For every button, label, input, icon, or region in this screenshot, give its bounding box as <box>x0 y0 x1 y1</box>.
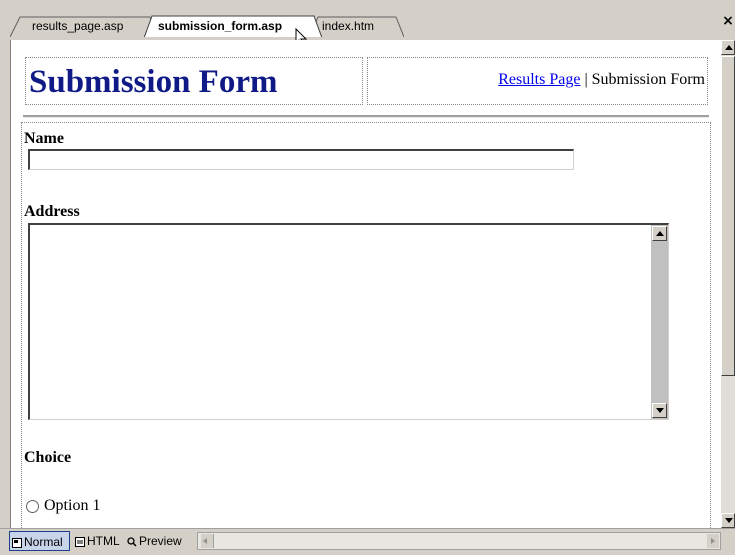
tab-label: submission_form.asp <box>158 19 283 33</box>
arrow-up-icon <box>656 231 664 236</box>
normal-view-button[interactable]: Normal <box>9 531 70 551</box>
arrow-left-icon <box>203 538 207 544</box>
scroll-up-button[interactable] <box>652 226 667 241</box>
scrollbar-thumb[interactable] <box>721 56 735 376</box>
form-region: Name Address Choice Option 1 <box>21 122 711 528</box>
nav-current: Submission Form <box>591 71 705 88</box>
preview-view-button[interactable]: Preview <box>127 531 182 551</box>
address-label: Address <box>24 203 80 220</box>
horizontal-scrollbar[interactable] <box>197 532 721 550</box>
magnifier-icon <box>127 537 137 547</box>
normal-view-label: Normal <box>24 535 63 549</box>
results-page-link[interactable]: Results Page <box>498 71 580 88</box>
normal-view-icon <box>12 537 22 548</box>
html-view-button[interactable]: HTML <box>75 531 120 551</box>
arrow-down-icon <box>656 408 664 413</box>
radio-button[interactable] <box>26 500 39 513</box>
choice-label: Choice <box>24 449 72 466</box>
address-scrollbar[interactable] <box>651 225 668 419</box>
preview-view-label: Preview <box>139 534 182 548</box>
arrow-down-icon <box>725 518 733 523</box>
name-label: Name <box>24 130 64 147</box>
arrow-right-icon <box>711 538 715 544</box>
horizontal-rule <box>23 115 709 118</box>
scroll-right-button[interactable] <box>707 534 719 548</box>
tab-index[interactable]: index.htm <box>310 15 404 37</box>
header-title-cell: Submission Form <box>25 57 363 105</box>
name-input[interactable] <box>28 149 574 170</box>
header-nav-cell: Results Page | Submission Form <box>367 57 708 105</box>
design-view-editor[interactable]: Submission Form Results Page | Submissio… <box>10 40 722 528</box>
page-title: Submission Form <box>29 64 278 100</box>
option-1-label: Option 1 <box>44 497 101 514</box>
tab-label: results_page.asp <box>32 19 124 33</box>
html-view-label: HTML <box>87 534 120 548</box>
nav-separator: | <box>580 71 592 88</box>
nav-links: Results Page | Submission Form <box>498 71 705 89</box>
close-icon[interactable]: × <box>721 13 735 29</box>
html-view-icon <box>75 536 85 547</box>
scroll-left-button[interactable] <box>201 534 214 548</box>
tab-label: index.htm <box>322 19 375 33</box>
document-tab-strip: results_page.asp index.htm submission_fo… <box>0 0 735 47</box>
tab-results-page[interactable]: results_page.asp <box>10 15 156 37</box>
scroll-down-button[interactable] <box>721 513 735 528</box>
view-mode-bar: Normal HTML Preview <box>0 528 735 555</box>
vertical-scrollbar[interactable] <box>721 40 735 528</box>
scroll-up-button[interactable] <box>721 40 735 55</box>
arrow-up-icon <box>725 45 733 50</box>
scroll-down-button[interactable] <box>652 403 667 418</box>
address-textarea[interactable] <box>28 223 669 420</box>
